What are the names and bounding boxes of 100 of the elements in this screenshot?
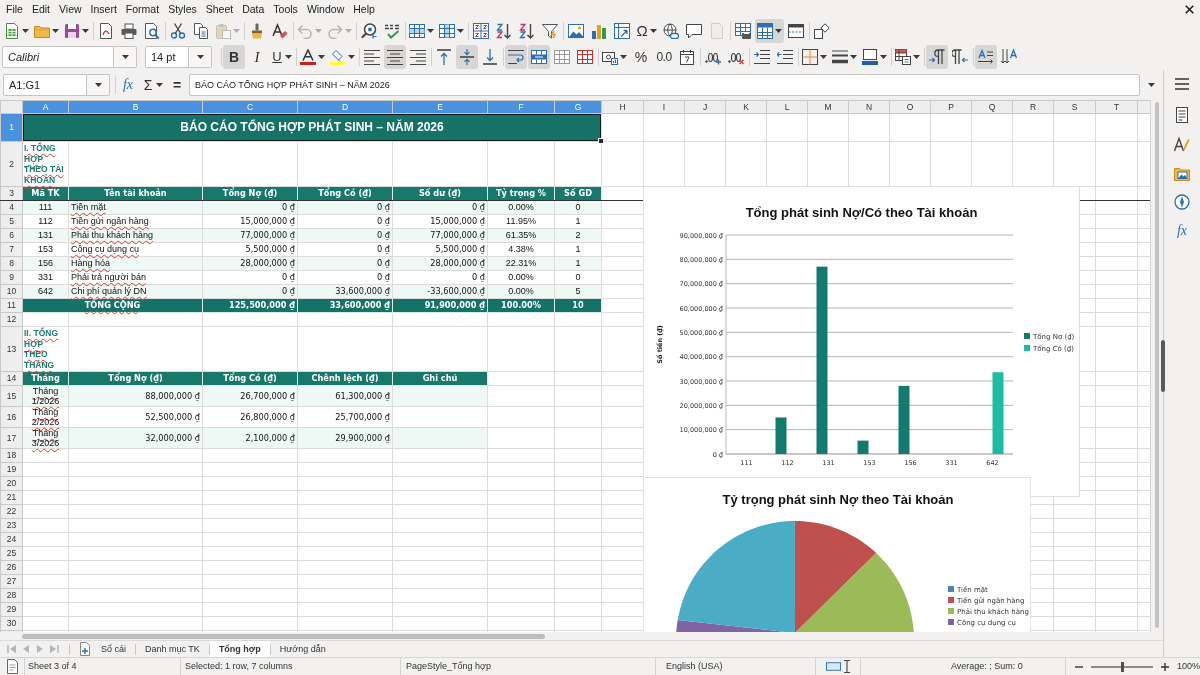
bar <box>857 440 869 454</box>
formula-button[interactable]: = <box>166 73 188 97</box>
caret-icon <box>427 29 434 33</box>
section-heading: II. TỔNG HỢP THEO THÁNG <box>22 326 69 372</box>
row-header[interactable]: 16 <box>0 406 23 428</box>
menu-item[interactable]: File <box>1 1 28 17</box>
sheet-tab[interactable]: Hướng dẫn <box>270 641 335 657</box>
caret-icon <box>650 29 657 33</box>
menu-item[interactable]: Help <box>348 1 380 17</box>
functions-button[interactable]: fx <box>1169 219 1195 243</box>
column-header[interactable]: J <box>684 100 726 114</box>
zoom-percent[interactable]: 100% <box>1177 659 1200 674</box>
printer-icon <box>121 23 137 39</box>
column-header[interactable]: Q <box>971 100 1013 114</box>
letter-brush-icon <box>1174 136 1190 152</box>
column-header[interactable]: R <box>1012 100 1054 114</box>
row-header[interactable]: 15 <box>0 385 23 407</box>
column-header[interactable]: M <box>807 100 849 114</box>
caret-icon <box>880 55 887 59</box>
bar <box>775 417 787 454</box>
add-sheet-button[interactable] <box>78 642 92 656</box>
text-arrow-down-icon <box>1001 49 1017 65</box>
text-left-to-right-button[interactable] <box>975 45 997 69</box>
bold-button[interactable]: B <box>223 45 245 69</box>
menu-item[interactable]: Tools <box>268 1 303 17</box>
table-cell: Tiền gửi ngân hàng <box>68 214 203 229</box>
merge-and-center-button[interactable] <box>528 45 550 69</box>
dropdown-button[interactable] <box>189 46 212 68</box>
row-header[interactable]: 2 <box>0 141 23 187</box>
font-name-field[interactable]: Calibri <box>2 46 114 68</box>
close-icon <box>1185 4 1194 14</box>
italic-button[interactable]: I <box>246 45 268 69</box>
table-cell: 0 ₫ <box>297 270 393 285</box>
caret-icon <box>457 29 464 33</box>
column-header[interactable]: H <box>601 100 644 114</box>
formula-input[interactable]: BÁO CÁO TỔNG HỢP PHÁT SINH – NĂM 2026 <box>189 74 1140 96</box>
column-header[interactable]: S <box>1053 100 1096 114</box>
column-header[interactable]: P <box>930 100 972 114</box>
column-header[interactable]: K <box>725 100 767 114</box>
caret-icon <box>94 83 102 87</box>
undo-arrow-icon <box>297 23 313 39</box>
align-middle-button[interactable] <box>456 45 478 69</box>
table-cell: 0 ₫ <box>297 242 393 257</box>
scrollbar-thumb[interactable] <box>1155 102 1159 628</box>
menu-item[interactable]: Sheet <box>201 1 238 17</box>
folder-icon <box>34 23 50 39</box>
selection-handle[interactable] <box>598 138 604 144</box>
column-header[interactable]: N <box>848 100 890 114</box>
table-cell: 15,000,000 ₫ <box>392 214 488 229</box>
sheet-tab[interactable]: Danh mục TK <box>136 641 209 657</box>
sum-button[interactable]: Σ <box>140 73 165 97</box>
align-center-button[interactable] <box>384 45 406 69</box>
percent-button[interactable]: % <box>630 45 652 69</box>
menu-item[interactable]: Window <box>302 1 349 17</box>
text-arrow-right-icon <box>978 49 994 65</box>
sheet-tab[interactable]: Sổ cái <box>92 641 135 657</box>
caret-icon <box>345 29 352 33</box>
column-header[interactable]: T <box>1095 100 1138 114</box>
name-box[interactable]: A1:G1 <box>3 74 87 96</box>
function-wizard-button[interactable]: fx <box>117 73 139 97</box>
section-heading: I. TỔNG HỢP THEO TÀI KHOẢN <box>22 141 69 187</box>
sort-dialog-icon <box>473 23 489 39</box>
zoom-in-button[interactable] <box>1158 662 1172 671</box>
compass-icon <box>1174 194 1190 210</box>
special-character-button[interactable]: Ω <box>634 19 659 43</box>
sheet-tab[interactable]: Tổng hợp <box>209 641 270 657</box>
menu-item[interactable]: View <box>54 1 87 17</box>
sort-descending-icon <box>519 23 535 39</box>
caret-icon <box>318 55 325 59</box>
text-cursor-icon <box>844 660 850 673</box>
left-to-right-button[interactable] <box>926 45 948 69</box>
caret-icon <box>285 55 292 59</box>
plus-icon <box>1161 662 1169 671</box>
pivot-table-icon <box>614 23 630 39</box>
border-color-icon <box>862 49 878 65</box>
column-header[interactable]: O <box>889 100 931 114</box>
sidebar-grip[interactable] <box>1161 340 1165 392</box>
row-header[interactable]: 13 <box>0 326 23 372</box>
bar-chart-icon <box>591 23 607 39</box>
dropdown-button[interactable] <box>87 74 110 96</box>
column-header[interactable]: L <box>766 100 808 114</box>
row-header[interactable]: 17 <box>0 427 23 449</box>
split-window-icon <box>788 23 804 39</box>
menu-item[interactable]: Styles <box>163 1 202 17</box>
menu-item[interactable]: Insert <box>86 1 122 17</box>
underline-button[interactable]: U <box>269 45 294 69</box>
freeze-button[interactable] <box>755 19 784 43</box>
horizontal-scrollbar-thumb[interactable] <box>22 633 545 639</box>
wrap-text-icon <box>508 49 524 65</box>
menu-item[interactable]: Edit <box>27 1 55 17</box>
column-header[interactable]: I <box>643 100 685 114</box>
zoom-slider-thumb[interactable] <box>1120 661 1124 672</box>
menu-item[interactable]: Data <box>237 1 269 17</box>
dropdown-button[interactable] <box>114 46 137 68</box>
number-button[interactable]: 0.0 <box>653 45 675 69</box>
menu-item[interactable]: Format <box>121 1 164 17</box>
wrap-text-button[interactable] <box>505 45 527 69</box>
font-size-field[interactable]: 14 pt <box>145 46 189 68</box>
close-document-button[interactable] <box>1185 4 1194 14</box>
add-page-icon <box>80 642 90 656</box>
